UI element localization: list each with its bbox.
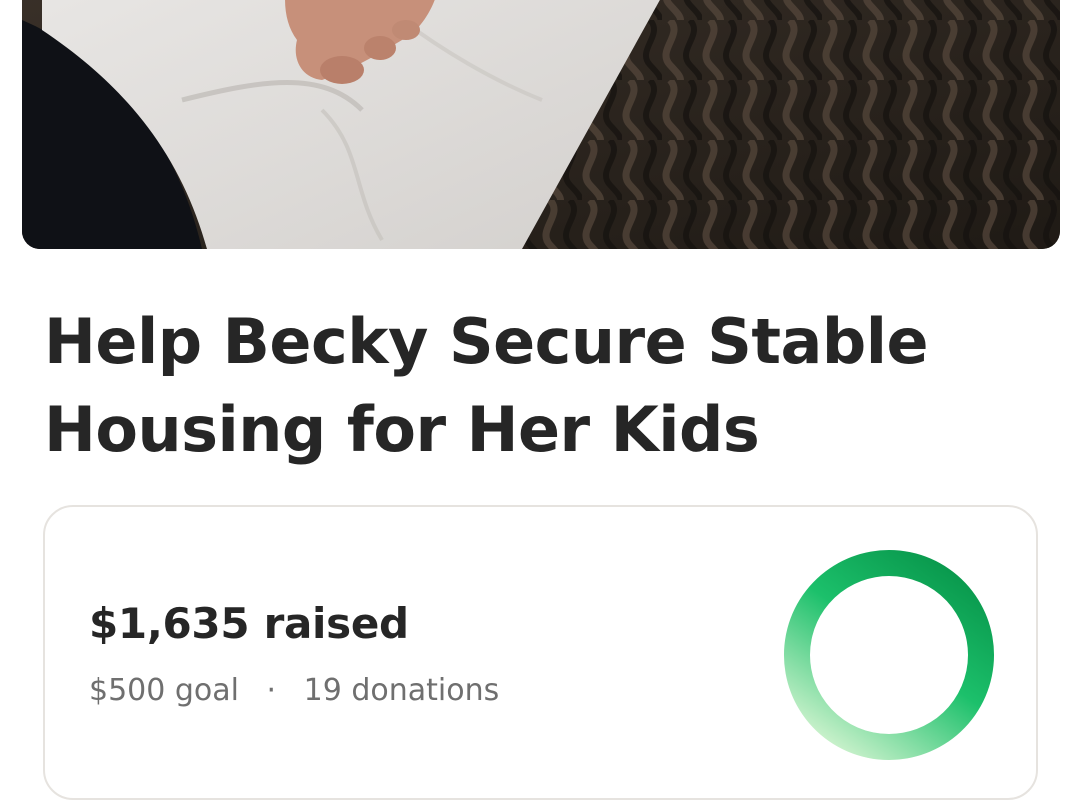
donation-progress-card[interactable]: $1,635 raised $500 goal · 19 donations <box>43 505 1038 800</box>
progress-ring-icon <box>784 550 994 760</box>
progress-ring-fill <box>784 550 994 760</box>
goal-and-donations: $500 goal · 19 donations <box>89 673 499 708</box>
campaign-hero-image[interactable] <box>22 0 1060 249</box>
fundraiser-page: Help Becky Secure Stable Housing for Her… <box>0 0 1080 802</box>
meta-separator: · <box>266 673 277 708</box>
amount-raised: $1,635 raised <box>89 599 409 648</box>
donation-count: 19 donations <box>303 673 500 708</box>
campaign-photo <box>22 0 1060 249</box>
goal-amount: $500 goal <box>89 673 239 708</box>
campaign-title: Help Becky Secure Stable Housing for Her… <box>44 305 929 466</box>
